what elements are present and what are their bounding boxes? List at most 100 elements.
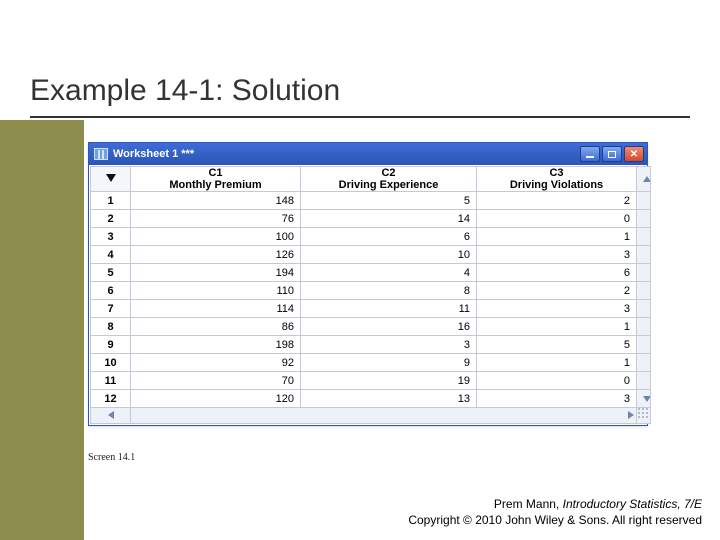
row-header[interactable]: 9 (91, 336, 131, 354)
table-row: 310061 (91, 228, 651, 246)
chevron-right-icon (628, 411, 634, 419)
vertical-scrollbar-track[interactable] (637, 282, 651, 300)
cell[interactable]: 5 (301, 192, 477, 210)
minimize-button[interactable] (580, 146, 600, 162)
row-header[interactable]: 6 (91, 282, 131, 300)
cell[interactable]: 13 (301, 390, 477, 408)
vertical-scrollbar-track[interactable] (637, 336, 651, 354)
cell[interactable]: 4 (301, 264, 477, 282)
vertical-scrollbar-track[interactable] (637, 192, 651, 210)
cell[interactable]: 8 (301, 282, 477, 300)
cell[interactable]: 10 (301, 246, 477, 264)
vertical-scrollbar-track[interactable] (637, 210, 651, 228)
cell[interactable]: 16 (301, 318, 477, 336)
cell[interactable]: 19 (301, 372, 477, 390)
cell[interactable]: 1 (477, 228, 637, 246)
table-row: 12120133 (91, 390, 651, 408)
vertical-scrollbar-track[interactable] (637, 354, 651, 372)
vertical-scrollbar-track[interactable] (637, 264, 651, 282)
col-label-c1: Monthly Premium (137, 179, 294, 191)
cell[interactable]: 100 (131, 228, 301, 246)
maximize-button[interactable] (602, 146, 622, 162)
cell[interactable]: 3 (477, 246, 637, 264)
cell[interactable]: 3 (477, 390, 637, 408)
window-buttons: ✕ (580, 146, 644, 162)
table-row: 276140 (91, 210, 651, 228)
footer-book: Introductory Statistics, 7/E (563, 497, 702, 511)
row-header[interactable]: 10 (91, 354, 131, 372)
footer-author: Prem Mann, (494, 497, 563, 511)
scrollbar-left-button[interactable] (91, 408, 131, 424)
table-row: 1170190 (91, 372, 651, 390)
cell[interactable]: 3 (477, 300, 637, 318)
vertical-scrollbar-track[interactable] (637, 318, 651, 336)
minimize-icon (586, 156, 594, 158)
row-header[interactable]: 4 (91, 246, 131, 264)
col-header-c3[interactable]: C3 Driving Violations (477, 167, 637, 192)
cell[interactable]: 148 (131, 192, 301, 210)
row-header[interactable]: 1 (91, 192, 131, 210)
table-row: 919835 (91, 336, 651, 354)
chevron-up-icon (643, 176, 651, 182)
cell[interactable]: 198 (131, 336, 301, 354)
scrollbar-down-button[interactable] (637, 390, 651, 408)
cell[interactable]: 194 (131, 264, 301, 282)
close-icon: ✕ (630, 149, 638, 160)
cell[interactable]: 120 (131, 390, 301, 408)
cell[interactable]: 1 (477, 354, 637, 372)
screen-caption: Screen 14.1 (88, 452, 135, 463)
row-header[interactable]: 12 (91, 390, 131, 408)
maximize-icon (608, 151, 616, 158)
cell[interactable]: 126 (131, 246, 301, 264)
vertical-scrollbar-track[interactable] (637, 246, 651, 264)
cell[interactable]: 2 (477, 282, 637, 300)
col-header-c1[interactable]: C1 Monthly Premium (131, 167, 301, 192)
vertical-scrollbar-track[interactable] (637, 228, 651, 246)
worksheet-icon (94, 148, 108, 160)
row-header[interactable]: 3 (91, 228, 131, 246)
col-id-c2: C2 (381, 167, 395, 179)
cell[interactable]: 0 (477, 372, 637, 390)
cell[interactable]: 114 (131, 300, 301, 318)
table-row: 114852 (91, 192, 651, 210)
row-header[interactable]: 2 (91, 210, 131, 228)
vertical-scrollbar-track[interactable] (637, 300, 651, 318)
footer: Prem Mann, Introductory Statistics, 7/E … (408, 496, 702, 528)
horizontal-scrollbar-track[interactable] (131, 408, 637, 424)
col-id-c3: C3 (549, 167, 563, 179)
cell[interactable]: 6 (301, 228, 477, 246)
table-row: 519446 (91, 264, 651, 282)
footer-copyright: Copyright © 2010 John Wiley & Sons. All … (408, 512, 702, 528)
cell[interactable]: 70 (131, 372, 301, 390)
cell[interactable]: 0 (477, 210, 637, 228)
window-titlebar[interactable]: Worksheet 1 *** ✕ (89, 143, 647, 165)
row-header[interactable]: 7 (91, 300, 131, 318)
cell[interactable]: 3 (301, 336, 477, 354)
cell[interactable]: 5 (477, 336, 637, 354)
cell[interactable]: 2 (477, 192, 637, 210)
cell[interactable]: 9 (301, 354, 477, 372)
scrollbar-up-button[interactable] (637, 167, 651, 192)
data-table[interactable]: C1 Monthly Premium C2 Driving Experience… (90, 166, 651, 424)
table-row: 611082 (91, 282, 651, 300)
vertical-scrollbar-track[interactable] (637, 372, 651, 390)
page-title: Example 14-1: Solution (30, 74, 340, 108)
cell[interactable]: 6 (477, 264, 637, 282)
cell[interactable]: 14 (301, 210, 477, 228)
row-header[interactable]: 5 (91, 264, 131, 282)
resize-grip-icon (638, 408, 650, 420)
cell[interactable]: 92 (131, 354, 301, 372)
cell[interactable]: 76 (131, 210, 301, 228)
close-button[interactable]: ✕ (624, 146, 644, 162)
table-row: 109291 (91, 354, 651, 372)
cell[interactable]: 11 (301, 300, 477, 318)
cell[interactable]: 110 (131, 282, 301, 300)
cell[interactable]: 1 (477, 318, 637, 336)
table-row: 7114113 (91, 300, 651, 318)
chevron-down-icon (643, 396, 651, 402)
row-header[interactable]: 8 (91, 318, 131, 336)
select-all-corner[interactable] (91, 167, 131, 192)
col-header-c2[interactable]: C2 Driving Experience (301, 167, 477, 192)
cell[interactable]: 86 (131, 318, 301, 336)
row-header[interactable]: 11 (91, 372, 131, 390)
